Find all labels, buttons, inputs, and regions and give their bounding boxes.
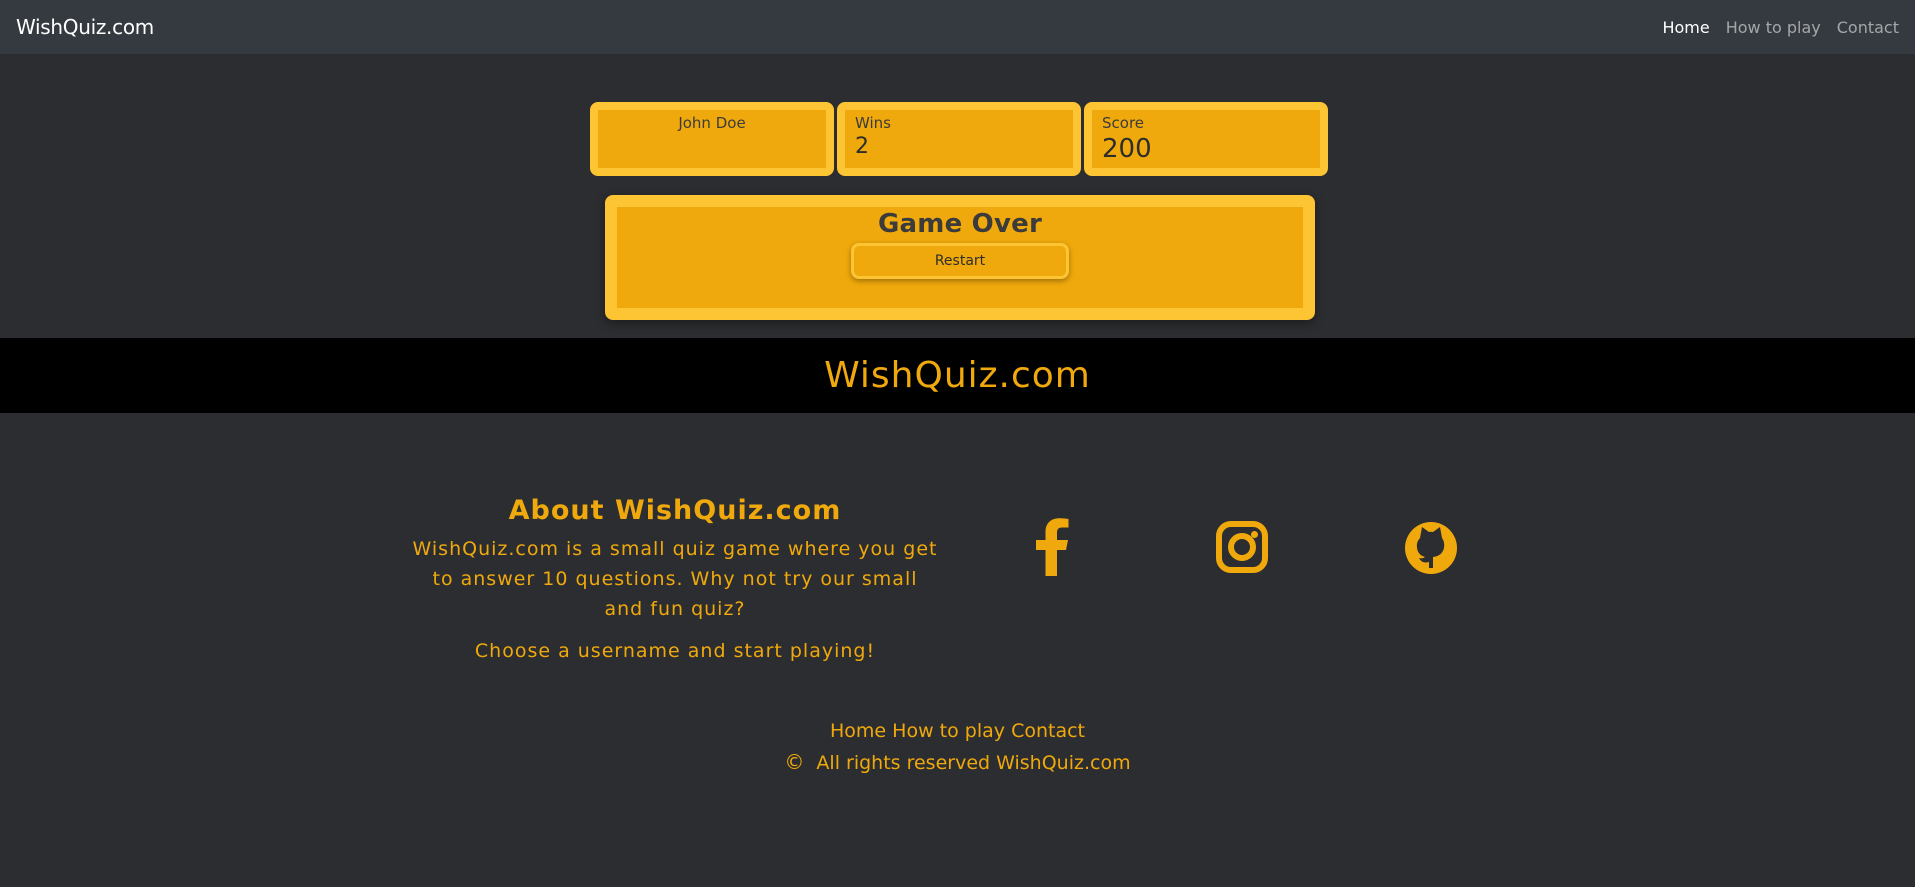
about-cta: Choose a username and start playing! — [474, 640, 876, 662]
game-over-title: Game Over — [878, 209, 1042, 239]
wins-card: Wins 2 — [837, 102, 1081, 176]
footer-links: Home How to play Contact — [0, 720, 1915, 742]
nav-contact-link[interactable]: Contact — [1837, 18, 1899, 37]
game-over-panel: Game Over Restart — [605, 195, 1315, 320]
footer-how-to-play-link[interactable]: How to play — [892, 720, 1005, 742]
nav-links: Home How to play Contact — [1662, 18, 1899, 37]
score-label: Score — [1102, 114, 1145, 132]
copyright-icon: © — [784, 750, 805, 774]
facebook-link[interactable] — [1030, 518, 1072, 576]
restart-button[interactable]: Restart — [851, 243, 1069, 279]
score-card: Score 200 — [1084, 102, 1328, 176]
footer-contact-link[interactable]: Contact — [1011, 720, 1085, 742]
instagram-icon — [1216, 521, 1268, 573]
footer-banner: WishQuiz.com — [0, 338, 1915, 413]
player-name: John Doe — [678, 114, 746, 132]
brand-link[interactable]: WishQuiz.com — [16, 15, 154, 39]
nav-how-to-play-link[interactable]: How to play — [1726, 18, 1821, 37]
copyright-text: All rights reserved WishQuiz.com — [816, 752, 1131, 774]
footer-home-link[interactable]: Home — [830, 720, 886, 742]
stats-row: John Doe Wins 2 Score 200 — [590, 102, 1328, 176]
about-text: WishQuiz.com is a small quiz game where … — [412, 538, 938, 620]
about-section: About WishQuiz.com WishQuiz.com is a sma… — [410, 495, 940, 662]
navbar: WishQuiz.com Home How to play Contact — [0, 0, 1915, 54]
banner-title: WishQuiz.com — [824, 355, 1091, 396]
player-card: John Doe — [590, 102, 834, 176]
github-icon — [1405, 522, 1457, 574]
instagram-link[interactable] — [1216, 518, 1268, 576]
wins-label: Wins — [855, 114, 891, 132]
about-title: About WishQuiz.com — [508, 495, 842, 526]
nav-home-link[interactable]: Home — [1662, 18, 1709, 37]
score-value: 200 — [1102, 134, 1152, 164]
github-link[interactable] — [1404, 518, 1458, 576]
wins-value: 2 — [855, 134, 869, 159]
copyright: © All rights reserved WishQuiz.com — [0, 750, 1915, 774]
facebook-icon — [1036, 518, 1069, 576]
